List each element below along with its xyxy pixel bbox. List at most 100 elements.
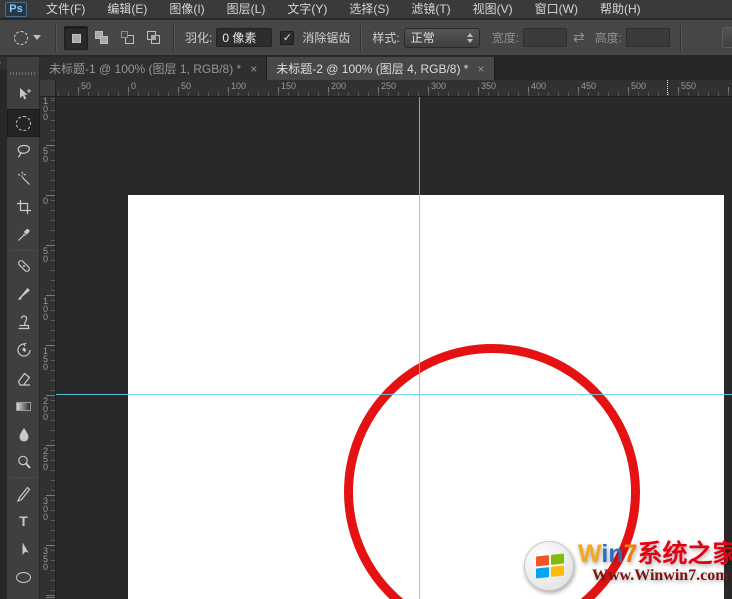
width-input[interactable] [523, 28, 568, 47]
move-icon [19, 88, 31, 100]
clone-stamp-icon [18, 315, 29, 330]
pen-tool-button[interactable] [7, 479, 40, 507]
clone-stamp-tool-button[interactable] [7, 308, 40, 336]
brush-tool-button[interactable] [7, 280, 40, 308]
type-tool-button[interactable]: T [7, 507, 40, 535]
spot-healing-brush-tool-button[interactable] [7, 252, 40, 280]
elliptical-marquee-icon [16, 115, 31, 131]
menu-item-edit[interactable]: 编辑(E) [96, 0, 158, 18]
vertical-guide[interactable] [419, 97, 420, 599]
document-canvas[interactable] [128, 195, 724, 599]
watermark-title-part: 7 [623, 540, 638, 568]
menu-bar: Ps 文件(F) 编辑(E) 图像(I) 图层(L) 文字(Y) 选择(S) 滤镜(T) 视图… [0, 0, 732, 19]
swap-dimensions-icon[interactable]: ⇄ [573, 29, 585, 46]
watermark-title-part: W [578, 540, 602, 568]
panel-grip[interactable] [10, 72, 36, 75]
menu-item-filter[interactable]: 滤镜(T) [400, 0, 461, 18]
menu-item-view[interactable]: 视图(V) [462, 0, 524, 18]
h-ruler-label: 50 [181, 81, 192, 91]
menu-item-layer[interactable]: 图层(L) [216, 0, 277, 18]
menu-items: 文件(F) 编辑(E) 图像(I) 图层(L) 文字(Y) 选择(S) 滤镜(T) 视图(V)… [35, 0, 652, 18]
stepper-arrows-icon [466, 32, 473, 43]
menu-item-help[interactable]: 帮助(H) [589, 0, 652, 18]
spot-healing-brush-icon [17, 260, 30, 272]
crop-tool-button[interactable] [7, 193, 40, 221]
horizontal-ruler[interactable]: 50 0 50 100 150 200 250 300 350 400 450 500 550 [56, 80, 732, 97]
h-ruler-label: 0 [131, 81, 137, 91]
antialias-checkbox[interactable]: ✓ [280, 30, 295, 45]
add-to-selection-icon [100, 35, 108, 44]
chevron-down-icon [33, 35, 41, 40]
height-input[interactable] [626, 28, 671, 47]
watermark-title: Win7系统之家 [578, 541, 732, 567]
path-selection-tool-button[interactable] [7, 535, 40, 563]
elliptical-marquee-preset-icon [14, 30, 28, 45]
blur-tool-button[interactable] [7, 420, 40, 448]
tools-panel: » T [0, 57, 40, 599]
document-tab-bar: 未标题-1 @ 100% (图层 1, RGB/8) * × 未标题-2 @ 100… [40, 57, 732, 80]
intersect-selection-button[interactable] [142, 26, 166, 50]
ps-logo-icon: Ps [5, 1, 27, 17]
divider [55, 24, 57, 51]
hand-tool-button[interactable] [7, 591, 40, 599]
menu-item-window[interactable]: 窗口(W) [524, 0, 589, 18]
h-ruler-label: 500 [631, 81, 647, 91]
watermark-url: Www.Winwin7.com [592, 567, 729, 584]
menu-item-select[interactable]: 选择(S) [338, 0, 400, 18]
tool-options-bar: 羽化: ✓ 消除锯齿 样式: 正常 宽度: ⇄ 高度: [0, 20, 732, 56]
document-tab-2[interactable]: 未标题-2 @ 100% (图层 4, RGB/8) * × [267, 57, 495, 80]
tool-buttons: T [7, 81, 40, 599]
ellipse-tool-button[interactable] [7, 563, 40, 591]
watermark-title-part: in [601, 540, 624, 568]
move-tool-button[interactable] [7, 81, 40, 109]
subtract-from-selection-button[interactable] [116, 26, 140, 50]
style-label: 样式: [372, 31, 400, 45]
close-icon[interactable]: × [250, 63, 257, 75]
eraser-tool-button[interactable] [7, 364, 40, 392]
dodge-icon [17, 455, 31, 469]
crop-icon [16, 200, 31, 214]
menu-item-file[interactable]: 文件(F) [35, 0, 96, 18]
pen-icon [16, 486, 30, 502]
vertical-ruler[interactable]: 1 0 0 5 0 0 5 0 1 0 0 1 5 0 2 0 0 2 5 0 3 0 0 3 5… [40, 97, 56, 599]
feather-label: 羽化: [185, 31, 213, 45]
h-ruler-label: 400 [531, 81, 547, 91]
h-ruler-label: 150 [281, 81, 297, 91]
tab-title: 未标题-2 @ 100% (图层 4, RGB/8) * [276, 62, 469, 76]
canvas-viewport[interactable]: Win7系统之家 Www.Winwin7.com [56, 97, 732, 599]
lasso-tool-button[interactable] [7, 137, 40, 165]
new-selection-button[interactable] [64, 25, 88, 50]
divider [10, 250, 37, 251]
photoshop-window: Ps 文件(F) 编辑(E) 图像(I) 图层(L) 文字(Y) 选择(S) 滤镜(T) 视图… [0, 0, 732, 599]
style-select[interactable]: 正常 [403, 27, 480, 48]
add-to-selection-button[interactable] [90, 26, 114, 50]
divider [173, 24, 175, 51]
magic-wand-tool-button[interactable] [7, 165, 40, 193]
feather-input[interactable] [216, 28, 273, 47]
menu-item-type[interactable]: 文字(Y) [276, 0, 338, 18]
gradient-tool-button[interactable] [7, 392, 40, 420]
check-icon: ✓ [282, 31, 292, 44]
menu-item-image[interactable]: 图像(I) [158, 0, 215, 18]
v-ruler-label: 2 0 0 [43, 396, 49, 422]
v-ruler-label: 1 5 0 [43, 346, 49, 372]
history-brush-icon [16, 342, 31, 357]
ruler-origin-corner[interactable] [40, 80, 56, 97]
eyedropper-tool-button[interactable] [7, 221, 40, 249]
style-value: 正常 [410, 31, 435, 45]
v-ruler-label: 5 0 [43, 146, 49, 164]
h-ruler-label: 450 [581, 81, 597, 91]
document-tab-1[interactable]: 未标题-1 @ 100% (图层 1, RGB/8) * × [40, 57, 268, 80]
refine-edge-button-partial[interactable] [722, 27, 732, 48]
antialias-label: 消除锯齿 [302, 31, 351, 45]
dodge-tool-button[interactable] [7, 448, 40, 476]
close-icon[interactable]: × [477, 63, 484, 75]
width-label: 宽度: [491, 31, 520, 45]
tab-title: 未标题-1 @ 100% (图层 1, RGB/8) * [49, 62, 242, 76]
tool-preset-picker[interactable] [0, 23, 49, 53]
divider [680, 24, 683, 51]
elliptical-marquee-tool-button[interactable] [7, 109, 40, 137]
height-label: 高度: [594, 31, 623, 45]
history-brush-tool-button[interactable] [7, 336, 40, 364]
horizontal-guide[interactable] [56, 394, 732, 395]
